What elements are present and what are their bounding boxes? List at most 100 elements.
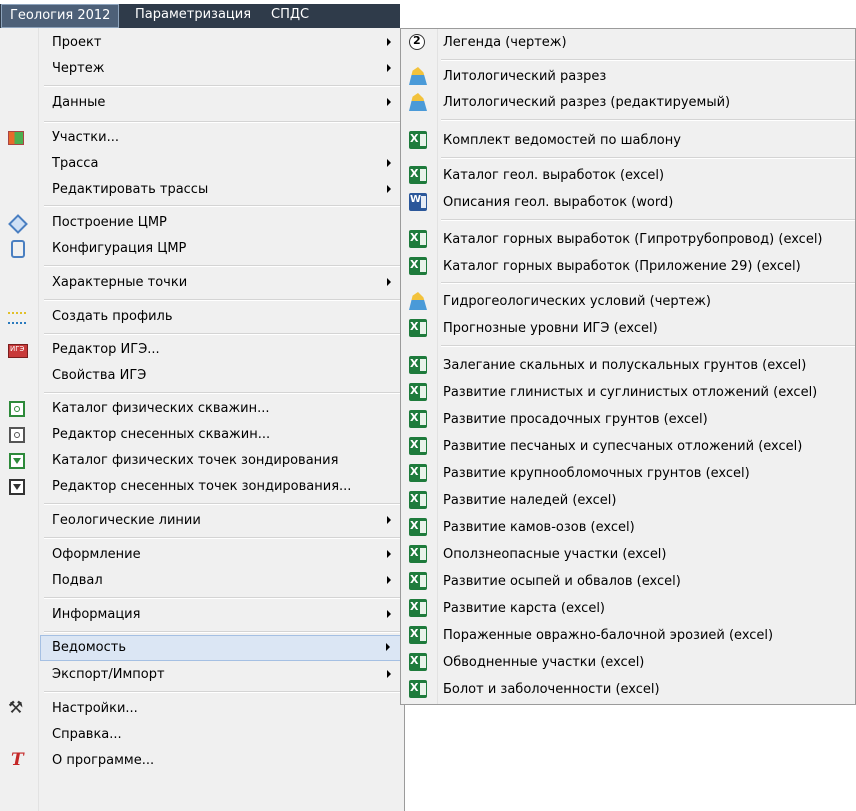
submenu-item-clay-deposits[interactable]: Развитие глинистых и суглинистых отложен… xyxy=(401,380,855,406)
table-icon xyxy=(8,131,24,145)
submenu-item-label: Каталог геол. выработок (excel) xyxy=(443,168,665,183)
submenu-item-forecast-levels[interactable]: Прогнозные уровни ИГЭ (excel) xyxy=(401,316,855,342)
menu-item-build-dem[interactable]: Построение ЦМР xyxy=(0,210,403,236)
menubar-item-parametrization[interactable]: Параметризация xyxy=(127,4,259,28)
submenu-item-label: Гидрогеологических условий (чертеж) xyxy=(443,294,711,309)
submenu-item-swamps[interactable]: Болот и заболоченности (excel) xyxy=(401,677,855,703)
submenu-item-coarse-soils[interactable]: Развитие крупнообломочных грунтов (excel… xyxy=(401,461,855,487)
excel-icon xyxy=(409,626,427,644)
well-icon xyxy=(9,401,25,417)
menu-item-edit-routes[interactable]: Редактировать трассы xyxy=(0,177,403,203)
menu-item-label: Чертеж xyxy=(52,61,105,76)
submenu-item-label: Легенда (чертеж) xyxy=(443,35,567,50)
submenu-item-rock-soils[interactable]: Залегание скальных и полускальных грунто… xyxy=(401,353,855,379)
submenu-item-mining-catalog-appendix29[interactable]: Каталог горных выработок (Приложение 29)… xyxy=(401,254,855,280)
menu-item-drawing[interactable]: Чертеж xyxy=(0,56,403,82)
menubar-item-geology[interactable]: Геология 2012 xyxy=(1,4,120,28)
submenu-arrow-icon xyxy=(387,64,391,72)
submenu-item-label: Развитие просадочных грунтов (excel) xyxy=(443,412,708,427)
submenu-item-subsiding-soils[interactable]: Развитие просадочных грунтов (excel) xyxy=(401,407,855,433)
profile-icon xyxy=(8,312,26,324)
menu-item-label: Настройки... xyxy=(52,701,138,716)
submenu-item-litho-section-editable[interactable]: Литологический разрез (редактируемый) xyxy=(401,90,855,116)
excel-icon xyxy=(409,518,427,536)
submenu-item-label: Развитие камов-озов (excel) xyxy=(443,520,635,535)
submenu-arrow-icon xyxy=(386,643,390,651)
submenu-arrow-icon xyxy=(387,159,391,167)
submenu-item-mining-catalog-giprotruboprovod[interactable]: Каталог горных выработок (Гипротрубопров… xyxy=(401,227,855,253)
submenu-item-karst[interactable]: Развитие карста (excel) xyxy=(401,596,855,622)
menu-item-route[interactable]: Трасса xyxy=(0,151,403,177)
submenu-item-hydrogeology[interactable]: Гидрогеологических условий (чертеж) xyxy=(401,289,855,315)
menu-separator xyxy=(44,597,402,599)
menu-item-geological-lines[interactable]: Геологические линии xyxy=(0,508,403,534)
menu-separator xyxy=(44,392,402,394)
menu-item-sounding-catalog[interactable]: Каталог физических точек зондирования xyxy=(0,448,403,474)
submenu-item-label: Описания геол. выработок (word) xyxy=(443,195,674,210)
menu-item-ige-editor[interactable]: Редактор ИГЭ... xyxy=(0,337,403,363)
menu-item-export-import[interactable]: Экспорт/Импорт xyxy=(0,662,403,688)
menu-item-statement[interactable]: Ведомость xyxy=(40,635,402,661)
excel-icon xyxy=(409,464,427,482)
submenu-separator xyxy=(441,59,855,61)
menu-item-ige-properties[interactable]: Свойства ИГЭ xyxy=(0,363,403,389)
menu-item-well-catalog[interactable]: Каталог физических скважин... xyxy=(0,396,403,422)
menu-item-areas[interactable]: Участки... xyxy=(0,125,403,151)
submenu-arrow-icon xyxy=(387,38,391,46)
excel-icon xyxy=(409,437,427,455)
submenu-item-label: Болот и заболоченности (excel) xyxy=(443,682,660,697)
submenu-item-sand-deposits[interactable]: Развитие песчаных и супесчаных отложений… xyxy=(401,434,855,460)
menu-item-label: Данные xyxy=(52,95,106,110)
menu-item-data[interactable]: Данные xyxy=(0,90,403,116)
excel-icon xyxy=(409,166,427,184)
menu-item-label: Редактор снесенных точек зондирования... xyxy=(52,479,352,494)
submenu-item-gully-erosion[interactable]: Пораженные овражно-балочной эрозией (exc… xyxy=(401,623,855,649)
menu-item-settings[interactable]: Настройки... xyxy=(0,696,403,722)
submenu-item-geo-descriptions-word[interactable]: Описания геол. выработок (word) xyxy=(401,190,855,216)
submenu-item-landslide-areas[interactable]: Оползнеопасные участки (excel) xyxy=(401,542,855,568)
menubar: Геология 2012 Параметризация СПДС xyxy=(0,0,856,28)
menu-separator xyxy=(44,205,402,207)
excel-icon xyxy=(409,572,427,590)
menu-item-information[interactable]: Информация xyxy=(0,602,403,628)
menu-item-create-profile[interactable]: Создать профиль xyxy=(0,304,403,330)
about-icon xyxy=(8,750,26,770)
menu-separator xyxy=(44,85,402,87)
excel-icon xyxy=(409,383,427,401)
submenu-item-screes-rockfalls[interactable]: Развитие осыпей и обвалов (excel) xyxy=(401,569,855,595)
menu-item-dem-config[interactable]: Конфигурация ЦМР xyxy=(0,236,403,262)
excel-icon xyxy=(409,653,427,671)
submenu-item-litho-section[interactable]: Литологический разрез xyxy=(401,64,855,90)
menu-item-footer[interactable]: Подвал xyxy=(0,568,403,594)
submenu-item-geo-catalog-excel[interactable]: Каталог геол. выработок (excel) xyxy=(401,163,855,189)
submenu-item-kames-eskers[interactable]: Развитие камов-озов (excel) xyxy=(401,515,855,541)
submenu-item-watered-areas[interactable]: Обводненные участки (excel) xyxy=(401,650,855,676)
menu-item-project[interactable]: Проект xyxy=(0,30,403,56)
menu-item-help[interactable]: Справка... xyxy=(0,722,403,748)
menu-item-design[interactable]: Оформление xyxy=(0,542,403,568)
menu-item-projected-sounding-editor[interactable]: Редактор снесенных точек зондирования... xyxy=(0,474,403,500)
submenu-separator xyxy=(441,345,855,347)
submenu-item-label: Развитие глинистых и суглинистых отложен… xyxy=(443,385,818,400)
geology-dropdown-menu: Проект Чертеж Данные Участки... Трасса Р… xyxy=(0,28,405,811)
menu-item-label: О программе... xyxy=(52,753,155,768)
excel-icon xyxy=(409,491,427,509)
legend-icon xyxy=(409,34,425,50)
submenu-item-label: Оползнеопасные участки (excel) xyxy=(443,547,667,562)
menu-item-label: Создать профиль xyxy=(52,309,173,324)
submenu-item-legend[interactable]: Легенда (чертеж) xyxy=(401,30,855,56)
menu-item-label: Ведомость xyxy=(52,640,127,655)
section-icon xyxy=(409,93,427,111)
submenu-item-label: Комплект ведомостей по шаблону xyxy=(443,133,681,148)
submenu-item-icings[interactable]: Развитие наледей (excel) xyxy=(401,488,855,514)
menu-item-about[interactable]: О программе... xyxy=(0,748,403,774)
submenu-item-label: Развитие песчаных и супесчаных отложений… xyxy=(443,439,803,454)
menu-item-label: Редактор ИГЭ... xyxy=(52,342,160,357)
submenu-arrow-icon xyxy=(387,98,391,106)
menu-item-projected-wells-editor[interactable]: Редактор снесенных скважин... xyxy=(0,422,403,448)
submenu-arrow-icon xyxy=(387,185,391,193)
menubar-item-spds[interactable]: СПДС xyxy=(263,4,317,28)
submenu-item-template-set[interactable]: Комплект ведомостей по шаблону xyxy=(401,128,855,154)
menu-item-key-points[interactable]: Характерные точки xyxy=(0,270,403,296)
menu-item-label: Подвал xyxy=(52,573,103,588)
